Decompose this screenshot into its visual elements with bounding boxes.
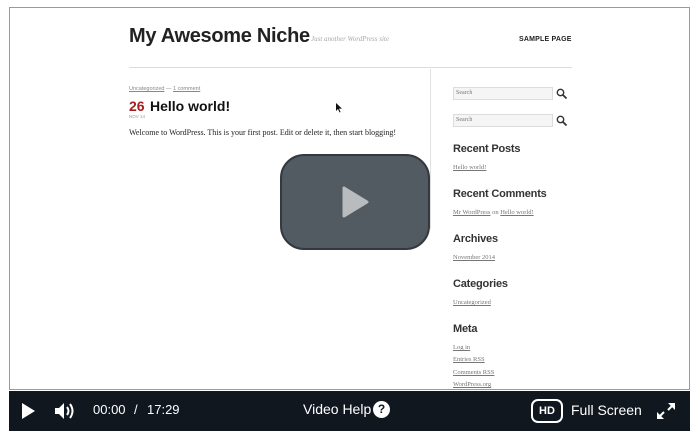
nav-sample-page: SAMPLE PAGE bbox=[519, 36, 572, 43]
widget-title-categories: Categories bbox=[453, 278, 508, 290]
recent-comment-item: Mr WordPress on Hello world! bbox=[453, 209, 534, 216]
post-category: Uncategorized bbox=[129, 86, 165, 92]
video-player: My Awesome Niche Just another WordPress … bbox=[0, 0, 700, 439]
hd-button[interactable]: HD bbox=[531, 399, 563, 423]
meta-link-comments-rss: Comments RSS bbox=[453, 369, 495, 376]
widget-title-recent-comments: Recent Comments bbox=[453, 188, 547, 200]
recent-post-link: Hello world! bbox=[453, 164, 487, 171]
meta-link-entries-rss: Entries RSS bbox=[453, 356, 485, 363]
post-comments-link: 1 comment bbox=[173, 86, 201, 92]
play-icon bbox=[342, 186, 369, 218]
play-button[interactable] bbox=[19, 401, 37, 421]
meta-link-wordpress-org: WordPress.org bbox=[453, 381, 492, 388]
volume-button[interactable] bbox=[53, 400, 79, 422]
widget-title-meta: Meta bbox=[453, 323, 478, 335]
search-icon bbox=[556, 114, 568, 127]
fullscreen-label[interactable]: Full Screen bbox=[571, 402, 642, 418]
search-icon bbox=[556, 87, 568, 100]
archive-link: November 2014 bbox=[453, 254, 496, 261]
widget-title-archives: Archives bbox=[453, 233, 498, 245]
content-divider bbox=[430, 69, 431, 229]
help-icon[interactable]: ? bbox=[373, 401, 390, 418]
header-divider bbox=[129, 67, 572, 68]
meta-link-login: Log in bbox=[453, 344, 471, 351]
post-title: Hello world! bbox=[150, 98, 231, 114]
site-title: My Awesome Niche bbox=[129, 25, 310, 47]
comment-author-link: Mr WordPress bbox=[453, 209, 491, 216]
duration: 17:29 bbox=[147, 402, 180, 417]
post-date-month: NOV 14 bbox=[129, 114, 146, 119]
fullscreen-button[interactable] bbox=[655, 401, 677, 421]
post-body: Welcome to WordPress. This is your first… bbox=[129, 128, 397, 137]
site-tagline: Just another WordPress site bbox=[311, 35, 389, 43]
sidebar-search-input-2: Search bbox=[453, 114, 553, 127]
expand-icon bbox=[657, 403, 675, 419]
play-icon bbox=[22, 403, 35, 419]
sidebar-search-input-1: Search bbox=[453, 87, 553, 100]
post-meta: Uncategorized — 1 comment bbox=[129, 86, 200, 92]
post-meta-separator: — bbox=[166, 86, 172, 92]
volume-icon bbox=[55, 403, 74, 419]
big-play-button[interactable] bbox=[280, 154, 430, 250]
category-link: Uncategorized bbox=[453, 299, 491, 306]
comment-on-text: on bbox=[492, 209, 499, 216]
hd-label: HD bbox=[539, 405, 555, 417]
video-frame[interactable]: My Awesome Niche Just another WordPress … bbox=[9, 7, 690, 390]
widget-title-recent-posts: Recent Posts bbox=[453, 143, 521, 155]
current-time: 00:00 bbox=[93, 402, 126, 417]
comment-post-link: Hello world! bbox=[500, 209, 534, 216]
mouse-cursor-icon bbox=[336, 103, 343, 115]
time-separator: / bbox=[134, 402, 138, 417]
post-date-day: 26 bbox=[129, 98, 145, 114]
video-help-link[interactable]: Video Help bbox=[303, 401, 371, 417]
video-control-bar: 00:00 / 17:29 Video Help ? HD Full Scree… bbox=[9, 391, 690, 431]
